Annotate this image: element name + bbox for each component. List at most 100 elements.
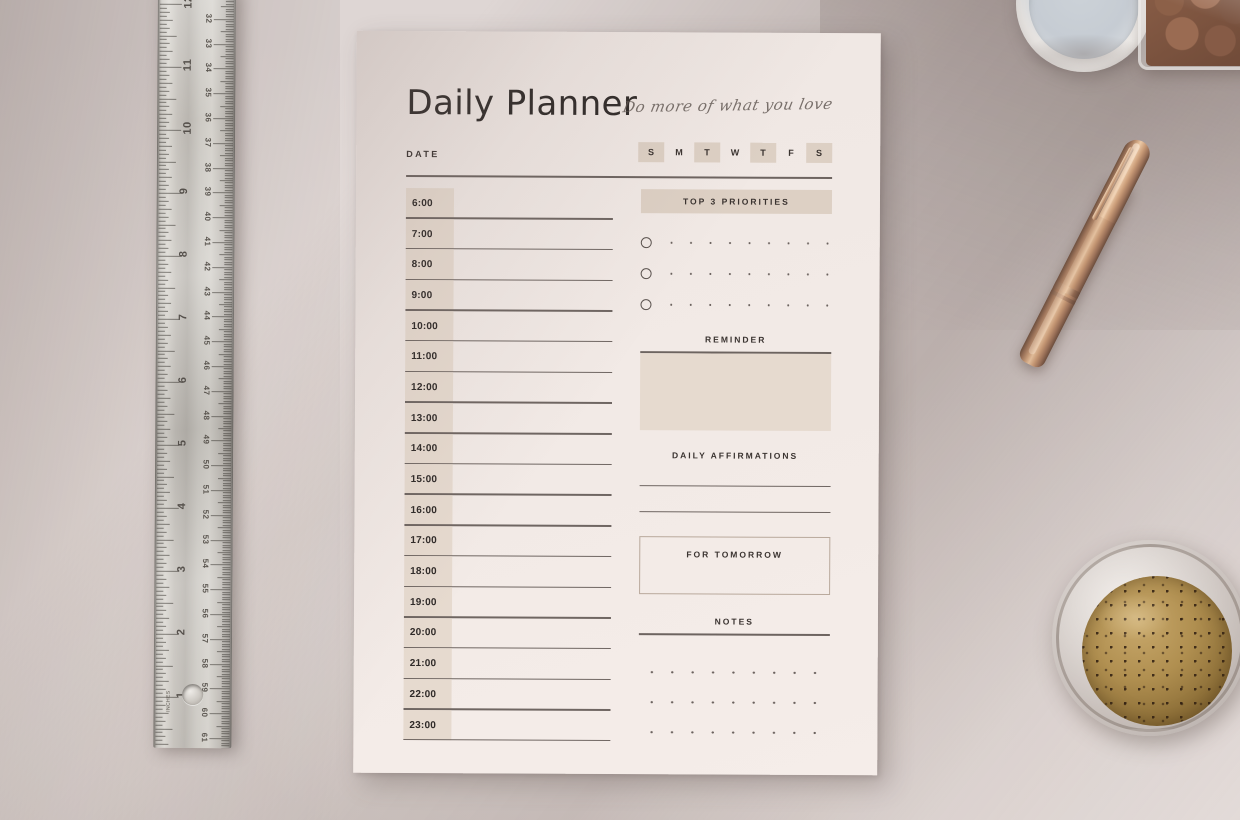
schedule-row[interactable]: 16:00 (404, 494, 612, 527)
ruler-tick-cm (224, 185, 233, 187)
ruler-tick-cm (222, 631, 231, 633)
ruler-tick-cm (223, 420, 232, 422)
ruler-tick-cm (216, 725, 230, 727)
notes-rule (638, 633, 830, 637)
schedule-row[interactable]: 18:00 (404, 556, 611, 588)
priority-checkbox-icon[interactable] (640, 299, 652, 311)
ruler-tick-cm (223, 472, 232, 474)
weekday-0[interactable]: S (638, 142, 665, 163)
ruler-tick-inch (157, 358, 168, 360)
schedule-row[interactable]: 9:00 (405, 280, 613, 312)
priority-dotted-line[interactable] (657, 299, 832, 312)
ruler-tick-cm (224, 207, 233, 209)
ruler-tick-cm (223, 358, 232, 360)
ruler-tick-cm (221, 705, 230, 707)
ruler-tick-cm (212, 266, 233, 269)
weekday-3[interactable]: W (722, 143, 748, 163)
ruler-tick-inch (158, 295, 169, 297)
ruler-tick-cm (223, 450, 232, 452)
ruler-tick-cm (224, 212, 233, 214)
ceramic-dish (1016, 0, 1152, 74)
daily-planner-page: Daily Planner Do more of what you love D… (353, 30, 881, 776)
reminder-input-area[interactable] (639, 352, 832, 431)
priority-row[interactable] (640, 258, 832, 290)
ruler-tick-cm (223, 338, 232, 340)
ruler-tick-cm (222, 624, 231, 626)
ruler-tick-cm (224, 289, 233, 291)
schedule-row[interactable]: 10:00 (405, 310, 613, 343)
schedule-row[interactable]: 20:00 (403, 617, 611, 650)
ruler-tick-cm (223, 368, 232, 370)
weekday-5[interactable]: F (778, 143, 804, 163)
ruler-tick-inch (156, 495, 164, 497)
ruler-tick-cm (219, 155, 233, 157)
affirmation-line[interactable] (639, 511, 831, 514)
weekday-2[interactable]: T (694, 142, 721, 163)
ruler-tick-inch (158, 196, 166, 198)
ruler-tick-cm (221, 641, 230, 643)
ruler-tick-cm (222, 534, 231, 536)
affirmation-line[interactable] (639, 484, 831, 488)
ruler-tick-cm (223, 475, 232, 477)
ruler-tick-cm (224, 249, 233, 251)
ruler-tick-inch (158, 169, 169, 171)
schedule-row[interactable]: 14:00 (404, 433, 612, 466)
schedule-time-label: 17:00 (404, 525, 453, 557)
ruler-tick-inch (158, 200, 169, 202)
priority-row[interactable] (640, 289, 832, 321)
ruler-tick-cm (223, 363, 232, 365)
ruler-tick-cm (210, 589, 231, 591)
priority-checkbox-icon[interactable] (640, 268, 652, 280)
ruler-tick-cm (223, 373, 232, 375)
for-tomorrow-box[interactable]: FOR TOMORROW (638, 536, 831, 596)
ruler-tick-cm (216, 700, 230, 703)
priorities-heading: TOP 3 PRIORITIES (640, 189, 833, 215)
ruler-tick-cm (217, 477, 231, 479)
ruler-tick-cm (213, 18, 234, 21)
ruler-tick-cm (220, 31, 234, 33)
weekday-4[interactable]: T (750, 142, 777, 163)
schedule-time-label: 16:00 (404, 494, 453, 526)
priority-dotted-line[interactable] (657, 237, 832, 250)
ruler-tick-cm (225, 63, 234, 65)
schedule-row[interactable]: 17:00 (404, 525, 612, 558)
ruler-tick-inch (157, 460, 171, 462)
schedule-row[interactable]: 6:00 (405, 187, 613, 220)
schedule-row[interactable]: 12:00 (404, 372, 612, 404)
ruler-tick-cm (217, 552, 231, 554)
ruler-cm-number: 42 (202, 261, 212, 272)
ruler-tick-cm (223, 395, 232, 397)
schedule-row[interactable]: 19:00 (403, 586, 611, 619)
priority-dotted-line[interactable] (657, 268, 832, 281)
ruler-tick-inch (156, 480, 164, 482)
priority-checkbox-icon[interactable] (640, 237, 652, 249)
schedule-row[interactable]: 8:00 (405, 249, 613, 282)
ruler-tick-cm (221, 646, 230, 648)
weekday-6[interactable]: S (806, 142, 833, 164)
schedule-row[interactable]: 7:00 (405, 218, 613, 251)
ruler-tick-inch (157, 389, 168, 391)
ruler-tick-inch (157, 377, 165, 379)
schedule-row[interactable]: 11:00 (405, 341, 612, 374)
schedule-time-label: 12:00 (404, 372, 454, 404)
schedule-row[interactable]: 22:00 (403, 678, 611, 711)
ruler-tick-cm (223, 438, 232, 440)
notes-dot-grid[interactable] (638, 653, 830, 741)
ruler-tick-cm (223, 348, 232, 350)
ruler-tick-cm (224, 197, 233, 199)
tagline: Do more of what you love (621, 94, 835, 117)
schedule-row[interactable]: 13:00 (404, 402, 612, 435)
schedule-row[interactable]: 15:00 (404, 464, 612, 496)
ruler-tick-inch (159, 110, 167, 112)
ruler-tick-inch (158, 228, 166, 230)
ruler-tick-cm (222, 485, 231, 487)
weekday-1[interactable]: M (666, 142, 692, 162)
schedule-row[interactable]: 23:00 (403, 709, 611, 742)
ruler-tick-cm (221, 693, 230, 695)
priority-row[interactable] (640, 227, 832, 259)
ruler-tick-cm (224, 276, 233, 278)
ruler-hanging-hole (182, 683, 204, 706)
affirmations-heading: DAILY AFFIRMATIONS (672, 449, 799, 461)
weekday-selector[interactable]: SMTWTFS (638, 142, 833, 164)
schedule-row[interactable]: 21:00 (403, 648, 611, 680)
